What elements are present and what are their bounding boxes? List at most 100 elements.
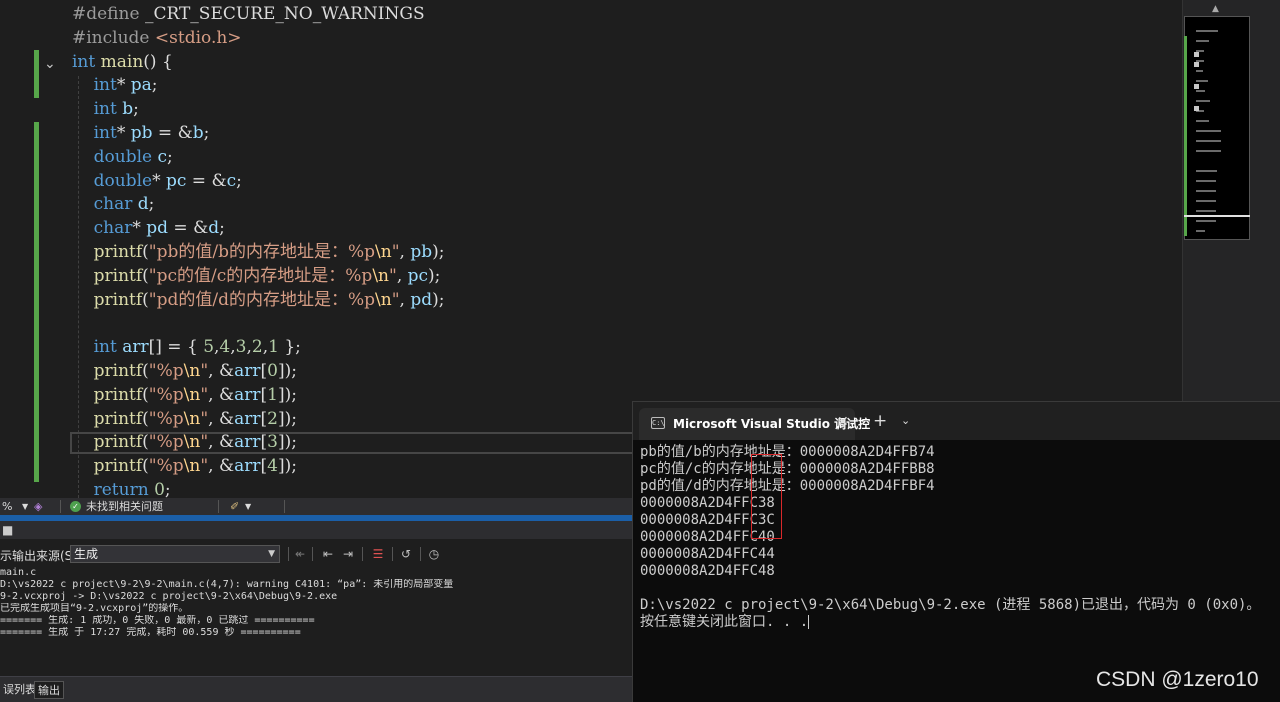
code-line[interactable]: printf("%p\n", &arr[2]); (72, 407, 297, 431)
console-line: 0000008A2D4FFC38 (640, 495, 1280, 512)
code-token: _CRT_SECURE_NO_WARNINGS (144, 4, 425, 24)
code-token: b (122, 99, 134, 119)
code-token: "pd的值/d的内存地址是：%p (148, 290, 376, 310)
code-token: arr (234, 361, 261, 381)
copilot-icon[interactable]: ◈ (34, 498, 42, 515)
next-message-icon[interactable]: ⇥ (340, 546, 356, 562)
console-line: pc的值/c的内存地址是：0000008A2D4FFBB8 (640, 461, 935, 477)
code-token: ; (164, 480, 171, 498)
zoom-level[interactable]: % (2, 498, 12, 515)
code-token: " (200, 361, 209, 381)
code-token: pc (165, 171, 187, 191)
code-line[interactable]: int b; (72, 97, 139, 121)
code-line[interactable]: int arr[] = { 5,4,3,2,1 }; (72, 335, 301, 359)
brush-dropdown-icon[interactable]: ▼ (245, 498, 251, 515)
code-line[interactable]: printf("%p\n", &arr[3]); (72, 430, 297, 454)
code-line[interactable]: double c; (72, 145, 173, 169)
code-line[interactable]: int main() { (72, 50, 173, 74)
code-token: ( (142, 361, 149, 381)
code-line[interactable]: char d; (72, 192, 155, 216)
code-line[interactable]: printf("pd的值/d的内存地址是：%p\n", pd); (72, 288, 445, 312)
code-token: * (152, 171, 166, 191)
find-message-icon[interactable]: ↞ (292, 546, 308, 562)
code-line[interactable]: printf("%p\n", &arr[4]); (72, 454, 297, 478)
address-prefix: 0000008A2D4FF (640, 546, 750, 562)
code-line[interactable]: printf("%p\n", &arr[1]); (72, 383, 297, 407)
code-line[interactable]: return 0; (72, 478, 171, 498)
code-token: 4 (267, 456, 278, 476)
code-token: b (192, 123, 204, 143)
clear-all-icon[interactable]: ☰ (370, 546, 386, 562)
chevron-down-icon: ▼ (268, 549, 275, 559)
code-line[interactable]: #include <stdio.h> (72, 26, 242, 50)
code-token: \n (183, 385, 201, 405)
minimap-line (1196, 140, 1222, 142)
code-token: = & (168, 218, 209, 238)
code-token: int (93, 99, 117, 119)
code-token: <stdio.h> (154, 28, 242, 48)
code-token: ; (133, 99, 139, 119)
code-token: pd (146, 218, 169, 238)
code-token: char (93, 194, 133, 214)
tab-output[interactable]: 输出 (34, 681, 64, 699)
code-token: ); (432, 290, 445, 310)
minimap-viewport[interactable] (1184, 16, 1250, 240)
code-token: ; (167, 147, 173, 167)
fold-chevron-icon[interactable]: ⌄ (44, 56, 56, 72)
code-token: #include (72, 28, 155, 48)
console-output[interactable]: pb的值/b的内存地址是：0000008A2D4FFB74 pc的值/c的内存地… (640, 444, 1280, 631)
console-line: 0000008A2D4FFC3C (640, 512, 1280, 529)
code-token: ); (428, 266, 441, 286)
prev-message-icon[interactable]: ⇤ (320, 546, 336, 562)
code-line[interactable]: printf("pb的值/b的内存地址是：%p\n", pb); (72, 240, 445, 264)
zoom-dropdown-icon[interactable]: ▼ (22, 498, 28, 515)
issues-status[interactable]: 未找到相关问题 (86, 498, 163, 515)
code-token: * (132, 218, 147, 238)
output-text[interactable]: main.c D:\vs2022 c project\9-2\9-2\main.… (0, 567, 632, 639)
code-line[interactable]: char* pd = &d; (72, 216, 225, 240)
divider (392, 547, 393, 561)
code-token: ( (142, 456, 149, 476)
code-token: double (93, 171, 153, 191)
code-line[interactable]: printf("%p\n", &arr[0]); (72, 359, 297, 383)
new-tab-button[interactable]: + (873, 412, 887, 430)
minimap-cursor-marker (1184, 215, 1250, 217)
code-token: #define (72, 4, 145, 24)
code-line[interactable]: int* pa; (72, 73, 158, 97)
code-token: printf (93, 409, 143, 429)
debug-console-window[interactable]: C:\ Microsoft Visual Studio 调试控 ✕ + ⌄ pb… (632, 401, 1280, 702)
code-token: arr (234, 456, 261, 476)
chevron-down-icon[interactable]: ⌄ (901, 414, 910, 427)
code-line[interactable]: #define _CRT_SECURE_NO_WARNINGS (72, 2, 425, 26)
code-token: printf (93, 242, 143, 262)
code-token: printf (93, 361, 143, 381)
minimap-line (1196, 180, 1216, 182)
console-tab[interactable]: C:\ Microsoft Visual Studio 调试控 ✕ (639, 408, 870, 440)
minimap-line (1196, 70, 1203, 72)
code-token: pd (410, 290, 433, 310)
text-cursor (808, 615, 810, 629)
code-token: ; (236, 171, 242, 191)
close-icon[interactable]: ✕ (837, 414, 849, 430)
code-token: d (137, 194, 149, 214)
clock-icon[interactable]: ◷ (426, 546, 442, 562)
output-source-label: 示输出来源(S): (0, 549, 82, 563)
code-line[interactable]: printf("pc的值/c的内存地址是：%p\n", pc); (72, 264, 441, 288)
code-token: ( (142, 409, 149, 429)
address-prefix: 0000008A2D4FF (640, 512, 750, 528)
code-line[interactable]: int* pb = &b; (72, 121, 210, 145)
code-token: ]); (277, 432, 297, 452)
output-source-select[interactable]: 生成 ▼ (70, 545, 280, 563)
code-line[interactable]: double* pc = &c; (72, 169, 242, 193)
brush-icon[interactable]: ✐ (230, 498, 239, 515)
word-wrap-icon[interactable]: ↺ (398, 546, 414, 562)
code-token: ; (219, 218, 225, 238)
